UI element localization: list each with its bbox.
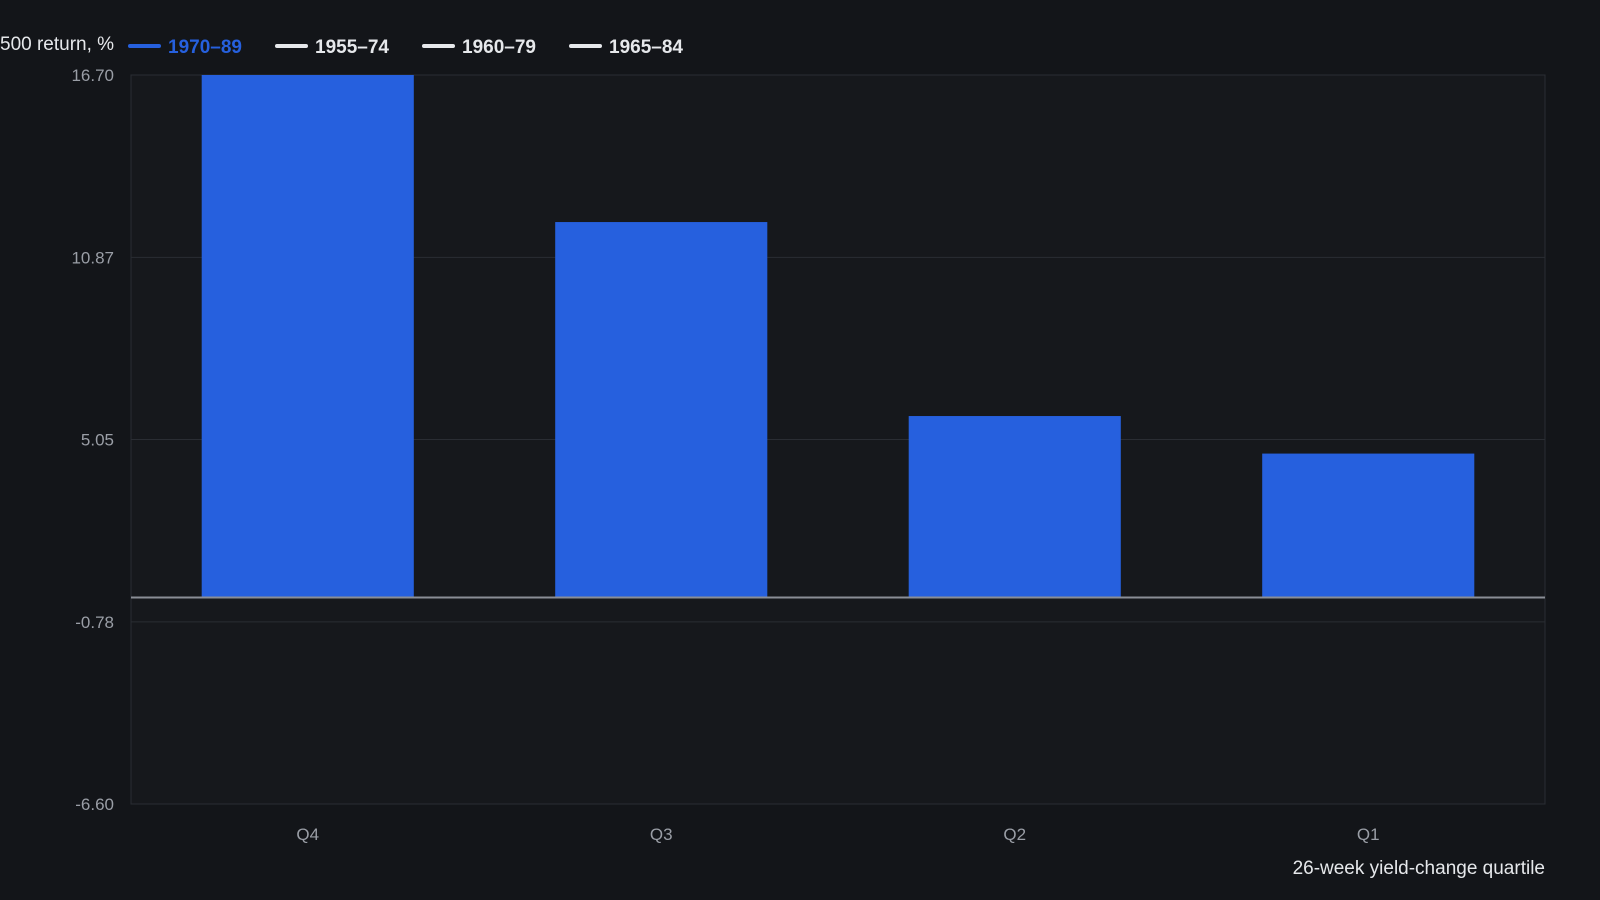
legend-label: 1955–74 [315, 37, 389, 58]
legend-item[interactable]: 1965–84 [569, 37, 683, 58]
bar-chart: 16.70 10.87 5.05 -0.78 -6.60 Q4 Q3 Q2 Q1 500 re… [0, 34, 1546, 879]
legend-label: 1970–89 [168, 37, 242, 58]
y-axis-label: 500 return, % [0, 34, 114, 55]
legend-label: 1965–84 [609, 37, 683, 58]
x-tick-label: Q2 [1003, 825, 1026, 844]
legend-label: 1960–79 [462, 37, 536, 58]
y-tick-label: -6.60 [75, 795, 114, 814]
x-tick-label: Q3 [650, 825, 673, 844]
legend-item[interactable]: 1960–79 [422, 37, 536, 58]
x-axis-ticks: Q4 Q3 Q2 Q1 [296, 825, 1379, 844]
bar-q1[interactable] [1262, 453, 1475, 598]
y-tick-label: -0.78 [75, 613, 114, 632]
y-tick-label: 5.05 [81, 431, 114, 450]
legend: 1970–89 1955–74 1960–79 1965–84 [128, 37, 683, 58]
legend-item[interactable]: 1955–74 [275, 37, 389, 58]
y-tick-label: 16.70 [71, 66, 114, 85]
y-tick-label: 10.87 [71, 248, 114, 267]
bar-q2[interactable] [908, 416, 1121, 598]
legend-item[interactable]: 1970–89 [128, 37, 242, 58]
bar-q4[interactable] [201, 75, 414, 598]
bar-q3[interactable] [555, 222, 768, 598]
x-tick-label: Q4 [296, 825, 319, 844]
x-axis-label: 26-week yield-change quartile [1293, 858, 1545, 879]
y-axis-ticks: 16.70 10.87 5.05 -0.78 -6.60 [71, 66, 114, 814]
x-tick-label: Q1 [1357, 825, 1380, 844]
